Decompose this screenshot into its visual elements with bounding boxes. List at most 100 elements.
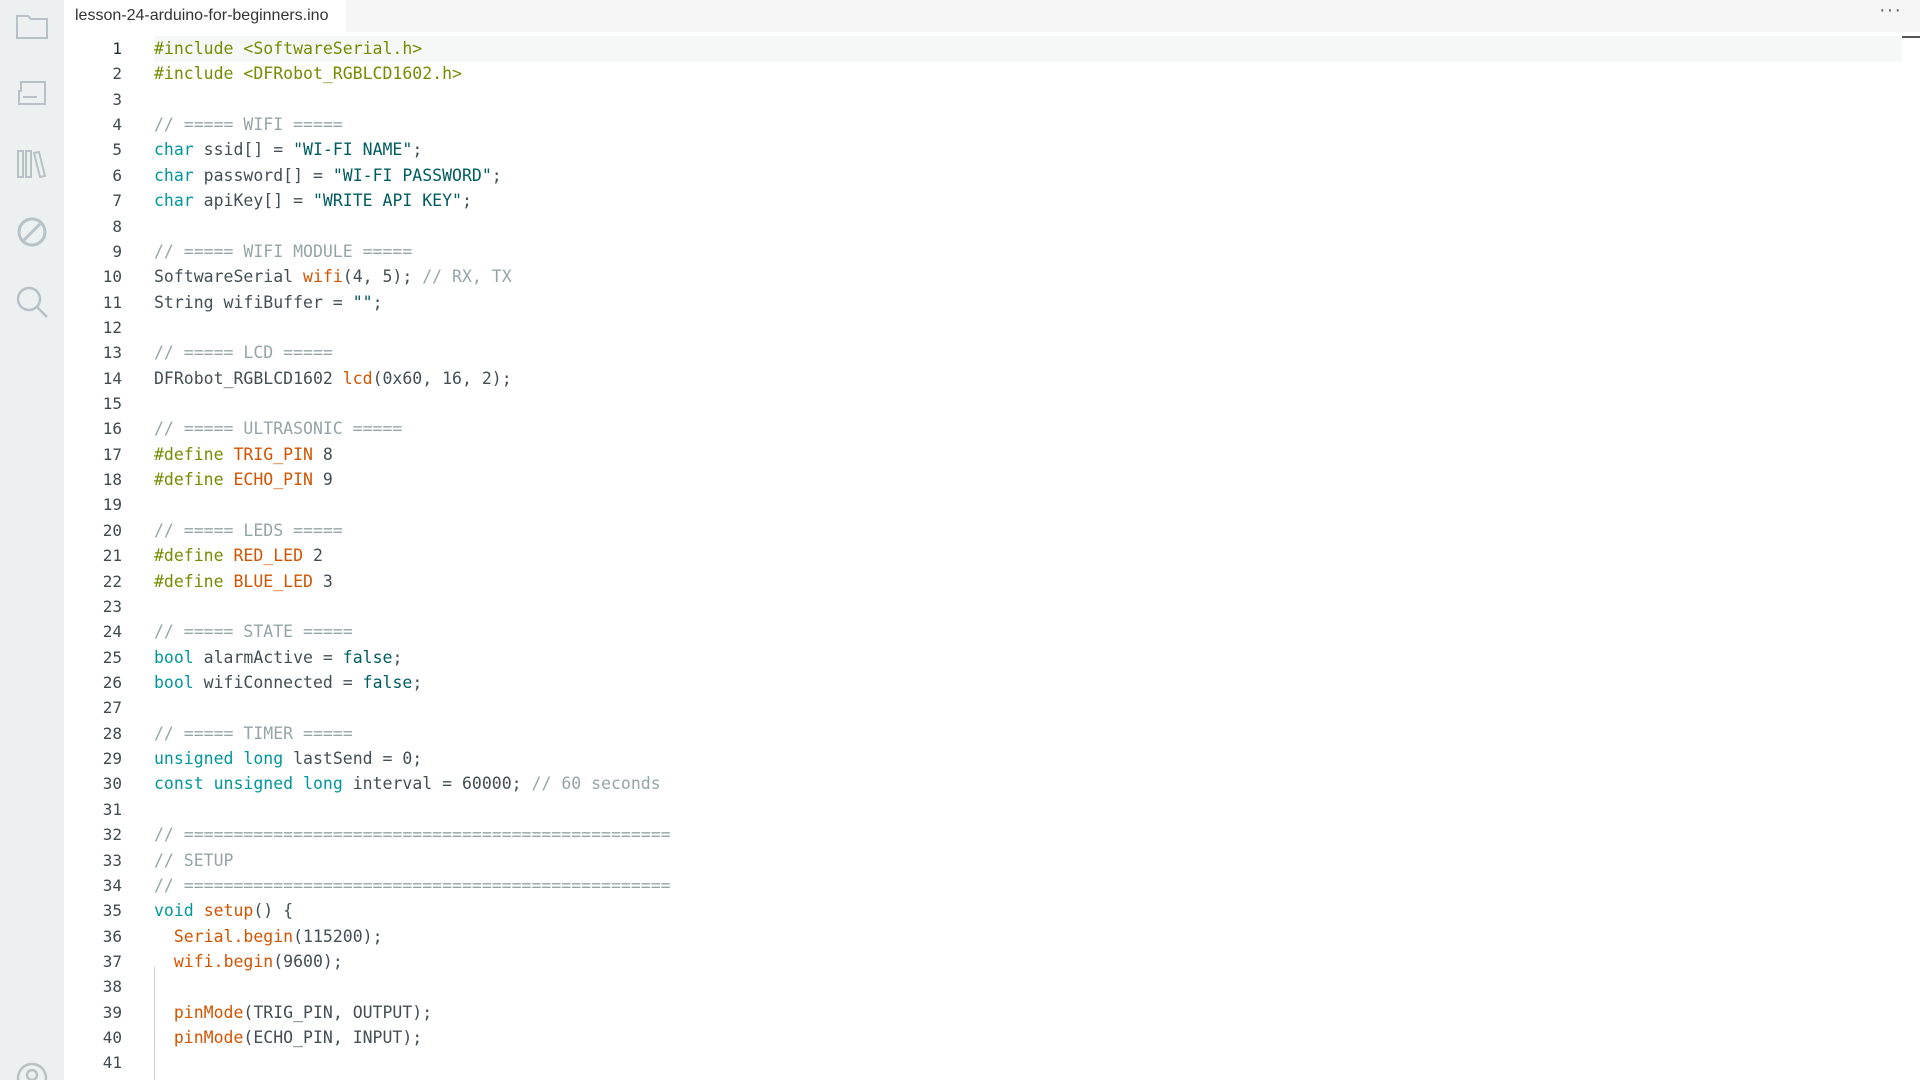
code-token: TRIG_PIN — [233, 444, 313, 464]
code-line[interactable] — [154, 87, 671, 112]
code-line[interactable]: pinMode(ECHO_PIN, INPUT); — [154, 1025, 671, 1050]
code-line[interactable]: // SETUP — [154, 848, 671, 873]
code-line[interactable]: SoftwareSerial wifi(4, 5); // RX, TX — [154, 264, 671, 289]
line-number: 24 — [102, 622, 122, 642]
code-line[interactable]: pinMode(TRIG_PIN, OUTPUT); — [154, 1000, 671, 1025]
line-number: 38 — [102, 977, 122, 997]
line-number: 25 — [102, 647, 122, 667]
code-line[interactable] — [154, 214, 671, 239]
code-line[interactable]: Serial.begin(115200); — [154, 924, 671, 949]
code-line[interactable] — [154, 492, 671, 517]
code-token: (0x60, 16, 2); — [372, 368, 512, 388]
code-line[interactable]: // ===== LCD ===== — [154, 340, 671, 365]
code-token: . — [213, 951, 224, 971]
code-line[interactable]: // ===== LEDS ===== — [154, 518, 671, 543]
code-line[interactable]: // ===== WIFI ===== — [154, 112, 671, 137]
code-line[interactable]: wifi.begin(9600); — [154, 949, 671, 974]
code-line[interactable]: // =====================================… — [154, 822, 671, 847]
code-token: #include <DFRobot_RGBLCD1602.h> — [154, 64, 462, 84]
code-line[interactable]: #define TRIG_PIN 8 — [154, 442, 671, 467]
code-area[interactable]: #include <SoftwareSerial.h> #include <DFR… — [154, 36, 671, 1076]
code-token: ; — [392, 647, 403, 667]
account-icon[interactable] — [14, 1060, 50, 1080]
code-token: // SETUP — [154, 850, 234, 870]
code-token: String wifiBuffer = — [154, 292, 353, 312]
library-icon[interactable] — [14, 146, 50, 182]
code-line[interactable] — [154, 315, 671, 340]
code-token: // ===== STATE ===== — [154, 622, 353, 642]
code-token: begin — [243, 926, 294, 946]
code-line[interactable]: #include <SoftwareSerial.h> — [154, 36, 671, 61]
code-token: password[] = — [193, 165, 333, 185]
line-number: 19 — [102, 495, 122, 515]
debug-icon[interactable] — [14, 214, 50, 250]
code-line[interactable] — [154, 391, 671, 416]
code-line[interactable]: unsigned long lastSend = 0; — [154, 746, 671, 771]
code-line[interactable] — [154, 1050, 671, 1075]
code-token: ssid[] = — [193, 140, 294, 160]
code-token: ECHO_PIN — [233, 470, 313, 490]
line-number: 26 — [102, 672, 122, 692]
code-line[interactable]: #include <DFRobot_RGBLCD1602.h> — [154, 61, 671, 86]
more-actions-button[interactable]: ··· — [1879, 0, 1902, 24]
line-number: 8 — [112, 216, 122, 236]
code-token: // =====================================… — [154, 825, 671, 845]
code-token: const — [154, 774, 204, 794]
code-line[interactable]: void setup() { — [154, 898, 671, 923]
code-editor[interactable]: 1 2 3 4 5 6 7 8 9 10 11 12 13 14 15 16 17 18 19 20 21 22 23 24 2… — [64, 32, 1920, 1080]
line-number: 4 — [112, 115, 122, 135]
board-icon[interactable] — [14, 76, 50, 112]
code-line[interactable]: // ===== ULTRASONIC ===== — [154, 416, 671, 441]
code-line[interactable] — [154, 974, 671, 999]
line-number: 17 — [102, 444, 122, 464]
code-line[interactable]: char password[] = "WI-FI PASSWORD"; — [154, 163, 671, 188]
code-token: long — [303, 774, 343, 794]
line-number: 32 — [102, 825, 122, 845]
code-line[interactable] — [154, 695, 671, 720]
code-line[interactable]: DFRobot_RGBLCD1602 lcd(0x60, 16, 2); — [154, 366, 671, 391]
code-line[interactable]: bool alarmActive = false; — [154, 645, 671, 670]
code-token: "WRITE API KEY" — [312, 191, 462, 211]
code-line[interactable]: // ===== TIMER ===== — [154, 721, 671, 746]
code-token: setup — [203, 901, 254, 921]
code-line[interactable]: char apiKey[] = "WRITE API KEY"; — [154, 188, 671, 213]
code-line[interactable]: // ===== WIFI MODULE ===== — [154, 239, 671, 264]
code-line[interactable]: #define RED_LED 2 — [154, 543, 671, 568]
code-line[interactable] — [154, 594, 671, 619]
code-token: false — [362, 672, 413, 692]
code-line[interactable]: String wifiBuffer = ""; — [154, 290, 671, 315]
code-line[interactable]: // ===== STATE ===== — [154, 619, 671, 644]
code-token: 8 — [312, 444, 333, 464]
line-number: 27 — [102, 698, 122, 718]
line-number: 6 — [112, 165, 122, 185]
line-number: 13 — [102, 343, 122, 363]
code-line[interactable]: // =====================================… — [154, 873, 671, 898]
code-line[interactable] — [154, 797, 671, 822]
code-token: wifiConnected = — [193, 672, 363, 692]
code-token: unsigned — [154, 749, 234, 769]
code-token: wifi — [303, 267, 343, 287]
code-line[interactable]: char ssid[] = "WI-FI NAME"; — [154, 137, 671, 162]
line-number: 37 — [102, 951, 122, 971]
line-number: 21 — [102, 546, 122, 566]
code-line[interactable]: bool wifiConnected = false; — [154, 670, 671, 695]
code-token: "WI-FI PASSWORD" — [332, 165, 492, 185]
code-token: . — [233, 926, 244, 946]
code-token: "" — [352, 292, 373, 312]
line-number: 15 — [102, 394, 122, 414]
code-token: #define — [154, 546, 234, 566]
code-line[interactable]: #define BLUE_LED 3 — [154, 569, 671, 594]
code-line[interactable]: const unsigned long interval = 60000; //… — [154, 771, 671, 796]
folder-icon[interactable] — [14, 8, 50, 44]
code-token: wifi — [173, 951, 214, 971]
search-icon[interactable] — [14, 284, 50, 320]
code-token: char — [154, 165, 194, 185]
line-number: 35 — [102, 901, 122, 921]
line-number: 36 — [102, 926, 122, 946]
code-line[interactable]: #define ECHO_PIN 9 — [154, 467, 671, 492]
editor-tab[interactable]: lesson-24-arduino-for-beginners.ino — [64, 0, 347, 32]
